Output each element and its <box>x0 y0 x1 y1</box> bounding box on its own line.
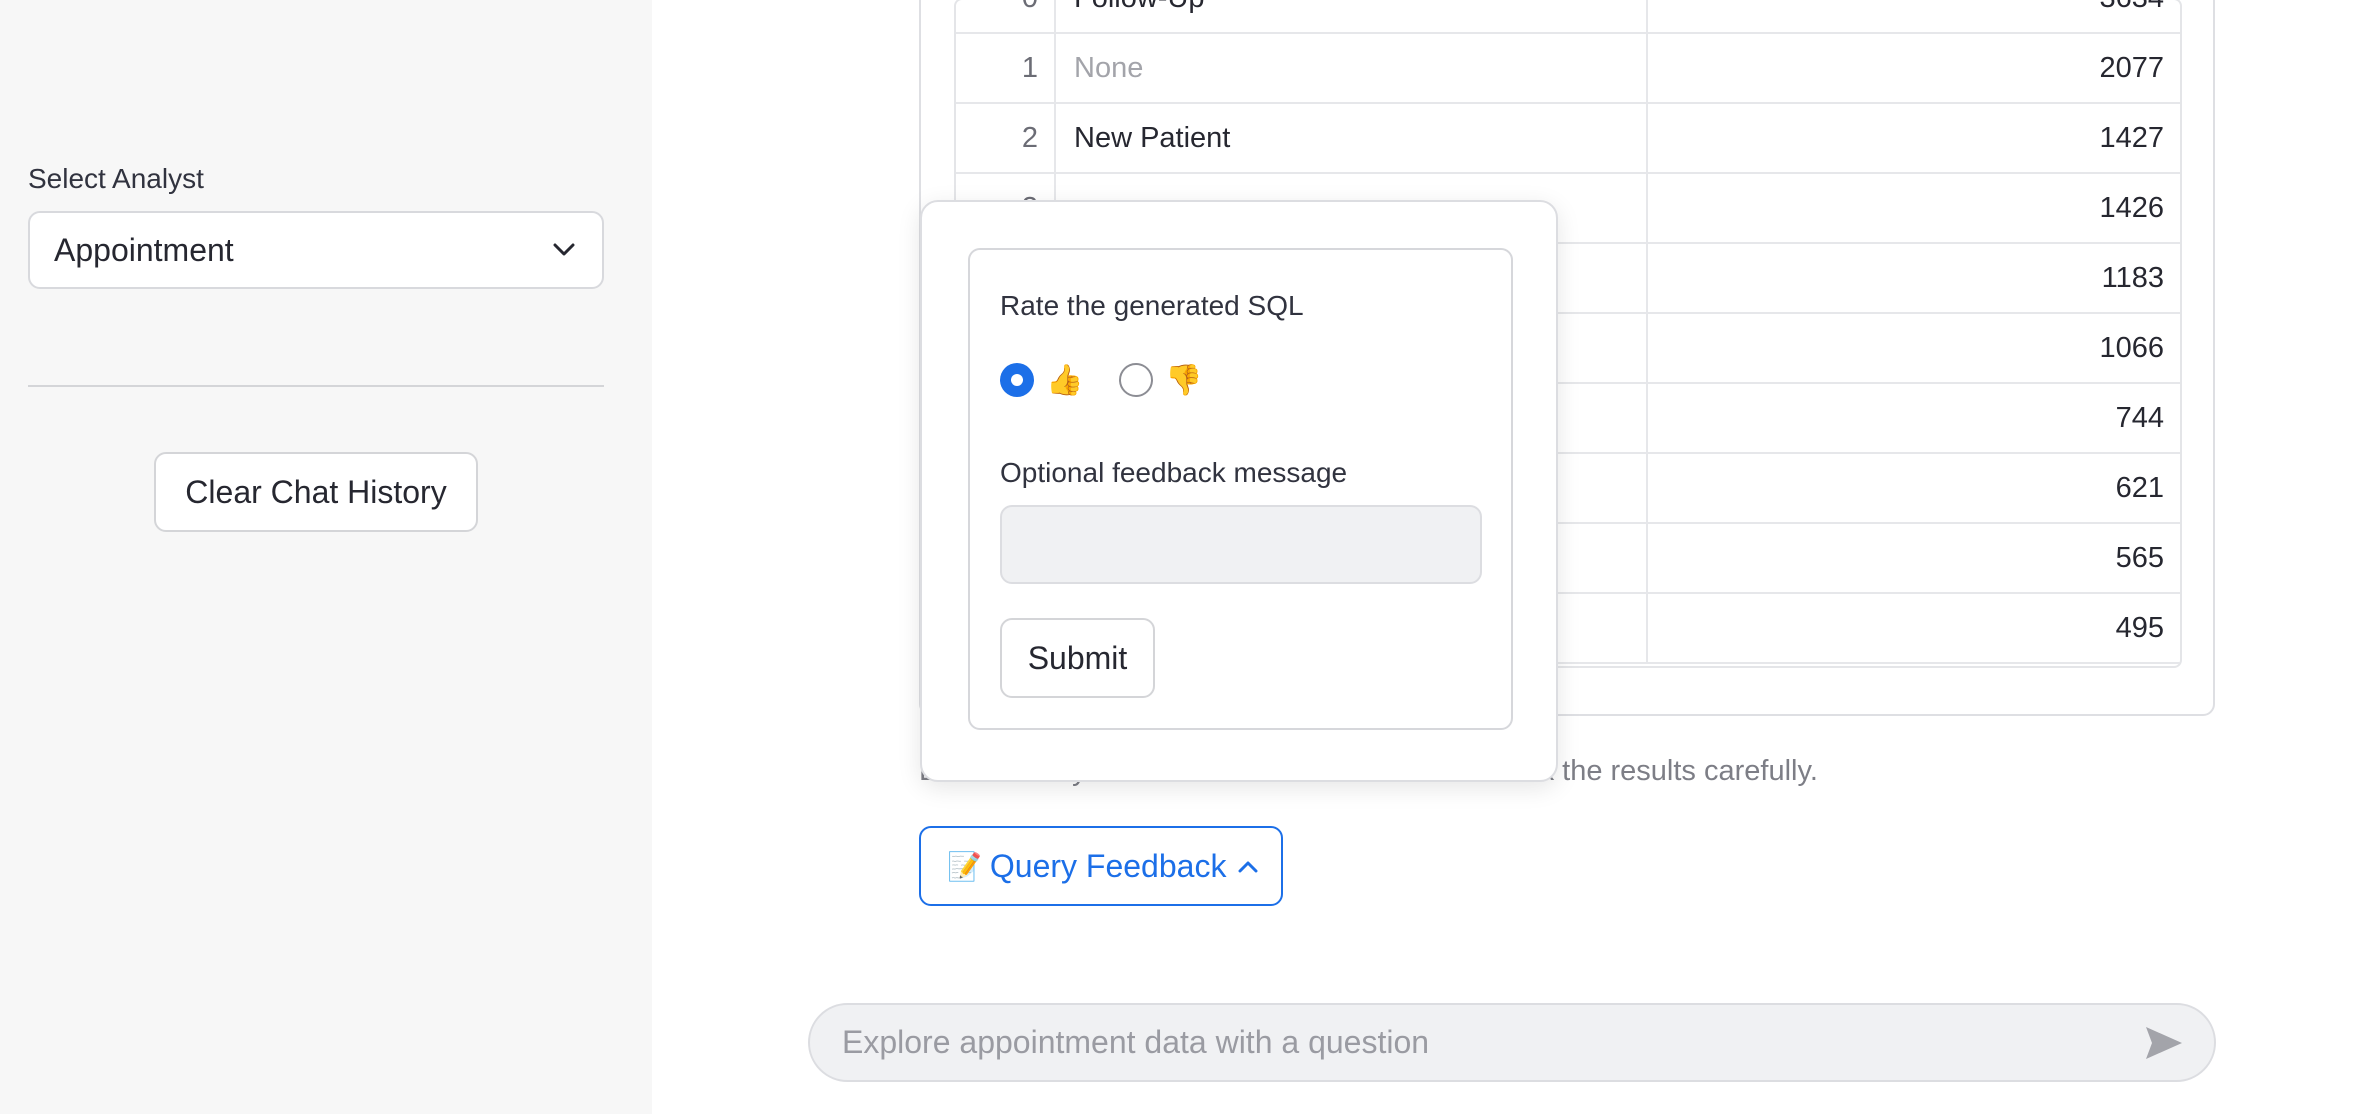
thumbs-down-radio[interactable] <box>1119 363 1154 397</box>
feedback-message-label: Optional feedback message <box>1000 457 1348 488</box>
memo-icon: 📝 <box>947 850 982 882</box>
chevron-up-icon <box>1238 859 1258 873</box>
table-row: 0Follow-Up3634 <box>956 0 2180 34</box>
appointment-type-cell: None <box>1058 34 1648 102</box>
table-row: 1 None 2077 <box>956 34 2180 104</box>
count-cell: 565 <box>2115 541 2164 574</box>
query-feedback-popover: Rate the generated SQL 👍 👎 Optional feed… <box>920 200 1558 782</box>
count-cell: 1066 <box>2099 331 2164 364</box>
count-cell: 1427 <box>2099 121 2164 154</box>
count-cell: 1183 <box>2101 261 2164 294</box>
thumbs-up-icon: 👍 <box>1046 363 1084 397</box>
send-icon[interactable] <box>2144 1023 2184 1063</box>
select-analyst-label: Select Analyst <box>28 163 204 194</box>
count-cell: 495 <box>2115 611 2164 644</box>
count-cell: 621 <box>2115 471 2164 504</box>
chat-input-placeholder: Explore appointment data with a question <box>842 1024 1430 1060</box>
sidebar-divider <box>28 385 604 387</box>
query-feedback-toggle[interactable]: 📝 Query Feedback <box>919 826 1283 906</box>
count-cell: 1426 <box>2099 191 2164 224</box>
chat-input[interactable]: Explore appointment data with a question <box>808 1003 2216 1082</box>
count-cell: 744 <box>2115 401 2164 434</box>
row-index: 1 <box>956 34 1056 102</box>
analyst-select[interactable]: Appointment <box>28 211 604 289</box>
rate-sql-label: Rate the generated SQL <box>1000 290 1304 321</box>
chevron-down-icon <box>550 236 578 264</box>
feedback-form: Rate the generated SQL 👍 👎 Optional feed… <box>968 248 1513 730</box>
submit-button[interactable]: Submit <box>1000 618 1155 698</box>
table-row: 2 New Patient 1427 <box>956 104 2180 174</box>
row-index: 2 <box>956 104 1056 172</box>
thumbs-up-radio[interactable] <box>1000 363 1034 397</box>
appointment-type-cell: Follow-Up <box>1058 0 1648 32</box>
sidebar: Select Analyst Appointment Clear Chat Hi… <box>0 0 652 1114</box>
clear-chat-history-button[interactable]: Clear Chat History <box>154 452 478 532</box>
count-cell: 2077 <box>2099 51 2164 84</box>
feedback-message-input[interactable] <box>1000 505 1482 584</box>
appointment-type-cell: New Patient <box>1058 104 1648 172</box>
count-cell: 3634 <box>1648 0 2180 32</box>
row-index: 0 <box>956 0 1056 32</box>
query-feedback-label: Query Feedback <box>989 847 1227 884</box>
thumbs-down-icon: 👎 <box>1165 363 1203 397</box>
analyst-select-value: Appointment <box>54 231 234 268</box>
rating-radio-group: 👍 👎 <box>1000 360 1239 400</box>
